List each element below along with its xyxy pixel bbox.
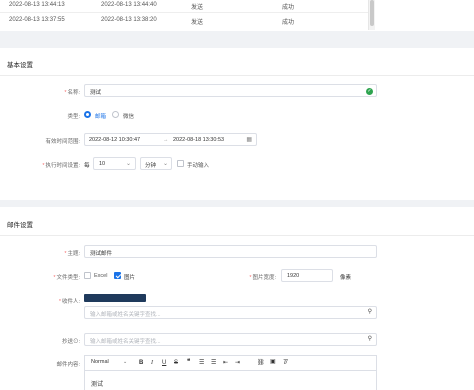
imgwidth-unit: 像素 [340, 275, 352, 281]
search-icon[interactable]: ⚲ [368, 336, 372, 342]
divider [0, 235, 474, 236]
editor-body[interactable]: 测试 [91, 379, 103, 388]
divider [0, 75, 474, 76]
cell-created: 2022-08-13 13:44:13 [9, 2, 65, 8]
table-scrollbar[interactable] [368, 0, 375, 30]
check-circle-icon: ✓ [366, 87, 373, 95]
type-radio-email[interactable] [84, 111, 91, 118]
strike-icon[interactable]: S [174, 360, 178, 366]
format-select[interactable]: Normal [91, 359, 109, 366]
chevron-down-icon: ⌄ [162, 161, 168, 167]
cell-status: 成功 [282, 5, 295, 11]
exec-unit-value: 分钟 [145, 163, 157, 169]
outdent-icon[interactable]: ⇤ [223, 360, 228, 366]
cc-label: 抄送⊙: [61, 339, 80, 345]
section-title-mail: 邮件设置 [7, 222, 33, 229]
recipients-label: *收件人: [58, 299, 80, 305]
clear-format-icon[interactable]: T̸ [283, 360, 287, 366]
content-label: 邮件内容: [56, 362, 80, 368]
bold-icon[interactable]: B [139, 360, 143, 366]
cell-type: 发送 [191, 20, 204, 26]
subject-input-value: 测试邮件 [90, 251, 113, 257]
recipients-search-input[interactable]: 输入邮箱或姓名关键字查找... ⚲ [84, 306, 377, 319]
editor-toolbar: Normal ⌄ B I U S ❝ ☰ ☰ ⇤ ⇥ ⛓ ▣ T̸ [85, 356, 376, 371]
quote-icon[interactable]: ❝ [187, 359, 190, 365]
period-start: 2022-08-12 10:30:47 [89, 137, 141, 143]
imgwidth-input-value: 1920 [287, 273, 300, 279]
subject-input[interactable]: 测试邮件 [84, 245, 377, 258]
manual-input-label[interactable]: 手动输入 [187, 161, 209, 169]
section-title-basic: 基本设置 [7, 62, 33, 69]
cell-type: 发送 [191, 5, 204, 11]
name-label: *名称: [64, 90, 80, 96]
recipients-placeholder: 输入邮箱或姓名关键字查找... [90, 312, 161, 318]
cell-sent: 2022-08-13 13:38:20 [101, 17, 157, 23]
cell-status: 成功 [282, 20, 295, 26]
type-label: 类型: [67, 114, 80, 120]
period-separator: → [163, 137, 169, 143]
search-icon[interactable]: ⚲ [368, 309, 372, 315]
exec-label: *执行时间设置: [42, 163, 80, 169]
bullet-list-icon[interactable]: ☰ [211, 360, 216, 366]
recipient-tag[interactable] [84, 294, 146, 302]
filetype-label: *文件类型: [53, 275, 80, 281]
italic-icon[interactable]: I [151, 360, 153, 366]
date-range-picker[interactable]: 2022-08-12 10:30:47 → 2022-08-18 13:30:5… [84, 133, 257, 146]
exec-unit-select[interactable]: 分钟 ⌄ [140, 157, 172, 170]
log-table: 2022-08-13 13:44:13 2022-08-13 13:44:40 … [0, 0, 474, 31]
filetype-excel-checkbox[interactable] [84, 272, 91, 279]
row-divider [0, 12, 368, 13]
imgwidth-input[interactable]: 1920 [281, 269, 333, 282]
cell-sent: 2022-08-13 13:44:40 [101, 2, 157, 8]
period-label: 有效时间范围: [45, 139, 80, 145]
filetype-excel-label[interactable]: Excel [94, 273, 107, 279]
exec-prefix: 每 [84, 163, 90, 169]
exec-interval-value: 10 [99, 161, 106, 167]
chevron-down-icon[interactable]: ⌄ [123, 360, 127, 365]
rich-text-editor: Normal ⌄ B I U S ❝ ☰ ☰ ⇤ ⇥ ⛓ ▣ T̸ 测试 [84, 355, 377, 390]
period-end: 2022-08-18 13:30:53 [173, 137, 225, 143]
type-option-email[interactable]: 邮箱 [95, 112, 106, 120]
image-icon[interactable]: ▣ [270, 359, 276, 365]
cc-placeholder: 输入邮箱或姓名关键字查找... [90, 339, 161, 345]
cell-created: 2022-08-13 13:37:55 [9, 17, 65, 23]
exec-interval-select[interactable]: 10 ⌄ [93, 157, 136, 170]
filetype-image-label[interactable]: 图片 [124, 273, 135, 281]
name-input[interactable]: 测试 ✓ [84, 84, 377, 97]
filetype-image-checkbox[interactable] [114, 272, 121, 279]
indent-icon[interactable]: ⇥ [235, 360, 240, 366]
link-icon[interactable]: ⛓ [257, 360, 265, 366]
name-input-value: 测试 [90, 90, 102, 96]
cc-search-input[interactable]: 输入邮箱或姓名关键字查找... ⚲ [84, 333, 377, 346]
underline-icon[interactable]: U [162, 360, 166, 366]
type-radio-wechat[interactable] [112, 111, 119, 118]
scrollbar-thumb[interactable] [370, 0, 374, 26]
basic-settings-card: 基本设置 *名称: 测试 ✓ 类型: 邮箱 微信 有效时间范围: 2022-08… [0, 48, 474, 200]
type-option-wechat[interactable]: 微信 [123, 112, 134, 120]
calendar-icon[interactable]: ▦ [246, 137, 252, 143]
imgwidth-label: *图片宽度: [249, 275, 276, 281]
manual-input-checkbox[interactable] [177, 160, 184, 167]
chevron-down-icon: ⌄ [125, 161, 131, 167]
subject-label: *主题: [64, 251, 80, 257]
ordered-list-icon[interactable]: ☰ [199, 360, 204, 366]
mail-settings-card: 邮件设置 *主题: 测试邮件 *文件类型: Excel 图片 *图片宽度: 19… [0, 207, 474, 390]
